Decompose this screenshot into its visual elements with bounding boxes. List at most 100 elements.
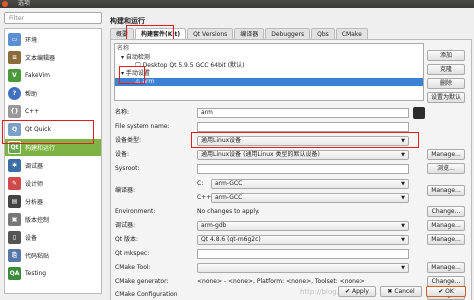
- kit-item-arm[interactable]: ⚠ arm: [115, 78, 423, 86]
- make-default-button[interactable]: 设置为默认: [427, 92, 465, 103]
- debugger-label: 调试器:: [115, 222, 136, 229]
- monitor-icon: ▭: [8, 33, 21, 46]
- file-system-field[interactable]: [197, 122, 409, 132]
- qt-version-value: Qt 4.8.6 (qt-m6g2c): [201, 236, 261, 243]
- sidebar-item-label: 调试器: [25, 163, 44, 170]
- qt-version-select[interactable]: Qt 4.8.6 (qt-m6g2c) ▼: [197, 235, 409, 245]
- kit-group-auto[interactable]: ▾ 自动检测: [121, 54, 429, 62]
- compiler-c-value: arm-GCC: [215, 180, 243, 187]
- kit-item-desktop[interactable]: 🖵 Desktop Qt 5.9.5 GCC 64bit (默认): [135, 62, 443, 70]
- kit-list: 名称 ▾ 自动检测 🖵 Desktop Qt 5.9.5 GCC 64bit (…: [114, 43, 424, 101]
- sidebar-item-fakevim[interactable]: V FakeVim: [5, 67, 101, 84]
- options-window: Filter ▭ 环境 ≡ 文本编辑器 V FakeVim ? 帮助 {} C+…: [0, 8, 474, 300]
- compiler-manage-button[interactable]: Manage...: [427, 185, 465, 196]
- ok-icon: ✔: [438, 288, 444, 295]
- cancel-label: Cancel: [394, 288, 415, 295]
- qt-version-label: Qt 版本:: [115, 236, 139, 243]
- cmake-generator-label: CMake generator:: [115, 278, 169, 285]
- sidebar-item-label: Testing: [25, 270, 47, 277]
- sidebar-item-text-editor[interactable]: ≡ 文本编辑器: [5, 49, 101, 66]
- title-bar: 选项: [0, 0, 474, 8]
- device-value: 通用Linux设备 (通用Linux 类型的默认设备): [201, 151, 320, 158]
- testing-icon: QA: [8, 267, 21, 280]
- kit-icon-button[interactable]: [413, 107, 425, 119]
- sidebar-item-label: 设备: [25, 235, 38, 242]
- sidebar-item-debugger[interactable]: ✱ 调试器: [5, 157, 101, 174]
- fakevim-icon: V: [8, 69, 21, 82]
- device-manage-button[interactable]: Manage...: [427, 149, 465, 160]
- ok-button[interactable]: ✔ OK: [426, 286, 466, 297]
- name-field[interactable]: arm: [197, 108, 409, 118]
- file-system-label: File system name:: [115, 123, 170, 130]
- sidebar-item-testing[interactable]: QA Testing: [5, 265, 101, 282]
- cmake-tool-select[interactable]: ▼: [197, 263, 409, 273]
- version-control-icon: ▣: [8, 213, 21, 226]
- device-select[interactable]: 通用Linux设备 (通用Linux 类型的默认设备) ▼: [197, 150, 409, 160]
- sidebar-item-label: 版本控制: [25, 217, 50, 224]
- clone-kit-button[interactable]: 克隆: [427, 64, 465, 75]
- highlight-box: [2, 120, 94, 144]
- environment-change-button[interactable]: Change...: [427, 206, 465, 217]
- sidebar-item-label: FakeVim: [25, 72, 51, 79]
- qt-mkspec-field[interactable]: [197, 249, 409, 259]
- sidebar-item-help[interactable]: ? 帮助: [5, 85, 101, 102]
- dropdown-arrow-icon: ▼: [401, 223, 405, 229]
- device-type-label: 设备类型:: [115, 137, 142, 144]
- sidebar-item-version-control[interactable]: ▣ 版本控制: [5, 211, 101, 228]
- sidebar-item-label: 帮助: [25, 91, 38, 98]
- sidebar-item-environment[interactable]: ▭ 环境: [5, 31, 101, 48]
- sidebar-item-code-paste[interactable]: ⎘ 代码粘贴: [5, 247, 101, 264]
- sidebar-item-label: C++: [25, 108, 40, 115]
- cmake-generator-value: <none> - <none>, Platform: <none>, Tools…: [197, 278, 365, 285]
- window-title: 选项: [18, 0, 31, 7]
- ok-label: OK: [445, 288, 454, 295]
- sidebar: ▭ 环境 ≡ 文本编辑器 V FakeVim ? 帮助 {} C++ Q Qt …: [4, 28, 102, 294]
- cpp-icon: {}: [8, 105, 21, 118]
- highlight-box: [119, 66, 145, 84]
- dropdown-arrow-icon: ▼: [401, 195, 405, 201]
- designer-icon: ✎: [8, 177, 21, 190]
- debugger-icon: ✱: [8, 159, 21, 172]
- sysroot-label: Sysroot:: [115, 165, 140, 172]
- remove-kit-button[interactable]: 删除: [427, 78, 465, 89]
- add-kit-button[interactable]: 添加: [427, 50, 465, 61]
- cancel-button[interactable]: ✖ Cancel: [380, 286, 422, 297]
- debugger-manage-button[interactable]: Manage...: [427, 220, 465, 231]
- compiler-label: 编译器:: [115, 187, 136, 194]
- sidebar-item-cpp[interactable]: {} C++: [5, 103, 101, 120]
- qt-mkspec-label: Qt mkspec:: [115, 250, 150, 257]
- sidebar-item-label: 文本编辑器: [25, 55, 56, 62]
- filter-input[interactable]: Filter: [4, 12, 102, 24]
- compiler-c-select[interactable]: arm-GCC ▼: [211, 179, 409, 189]
- sidebar-item-designer[interactable]: ✎ 设计师: [5, 175, 101, 192]
- sidebar-item-devices[interactable]: ▯ 设备: [5, 229, 101, 246]
- apply-icon: ✔: [345, 288, 351, 295]
- sidebar-item-analyzer[interactable]: ▤ 分析器: [5, 193, 101, 210]
- qt-version-manage-button[interactable]: Manage...: [427, 234, 465, 245]
- device-label: 设备:: [115, 151, 130, 158]
- cmake-config-label: CMake Configuration: [115, 291, 178, 298]
- sidebar-item-label: 环境: [25, 37, 38, 44]
- apply-button[interactable]: ✔ Apply: [338, 286, 376, 297]
- sidebar-item-label: 设计师: [25, 181, 44, 188]
- kit-group-manual[interactable]: ▾ 手动设置: [121, 70, 429, 78]
- compiler-c-label: C:: [197, 180, 204, 187]
- dropdown-arrow-icon: ▼: [401, 237, 405, 243]
- dropdown-arrow-icon: ▼: [401, 265, 405, 271]
- code-paste-icon: ⎘: [8, 249, 21, 262]
- cmake-tool-manage-button[interactable]: Manage...: [427, 262, 465, 273]
- dropdown-arrow-icon: ▼: [401, 181, 405, 187]
- analyzer-icon: ▤: [8, 195, 21, 208]
- apply-label: Apply: [352, 288, 369, 295]
- compiler-cpp-value: arm-GCC: [215, 194, 243, 201]
- name-label: 名称:: [115, 109, 130, 116]
- compiler-cpp-select[interactable]: arm-GCC ▼: [211, 193, 409, 203]
- kits-panel: 名称 ▾ 自动检测 🖵 Desktop Qt 5.9.5 GCC 64bit (…: [110, 39, 472, 300]
- sidebar-item-label: 分析器: [25, 199, 44, 206]
- sidebar-item-label: 代码粘贴: [25, 253, 50, 260]
- sysroot-browse-button[interactable]: 浏览...: [427, 163, 465, 174]
- debugger-select[interactable]: arm-gdb ▼: [197, 221, 409, 231]
- text-editor-icon: ≡: [8, 51, 21, 64]
- window-close-button[interactable]: [2, 1, 8, 7]
- sysroot-field[interactable]: [197, 164, 409, 174]
